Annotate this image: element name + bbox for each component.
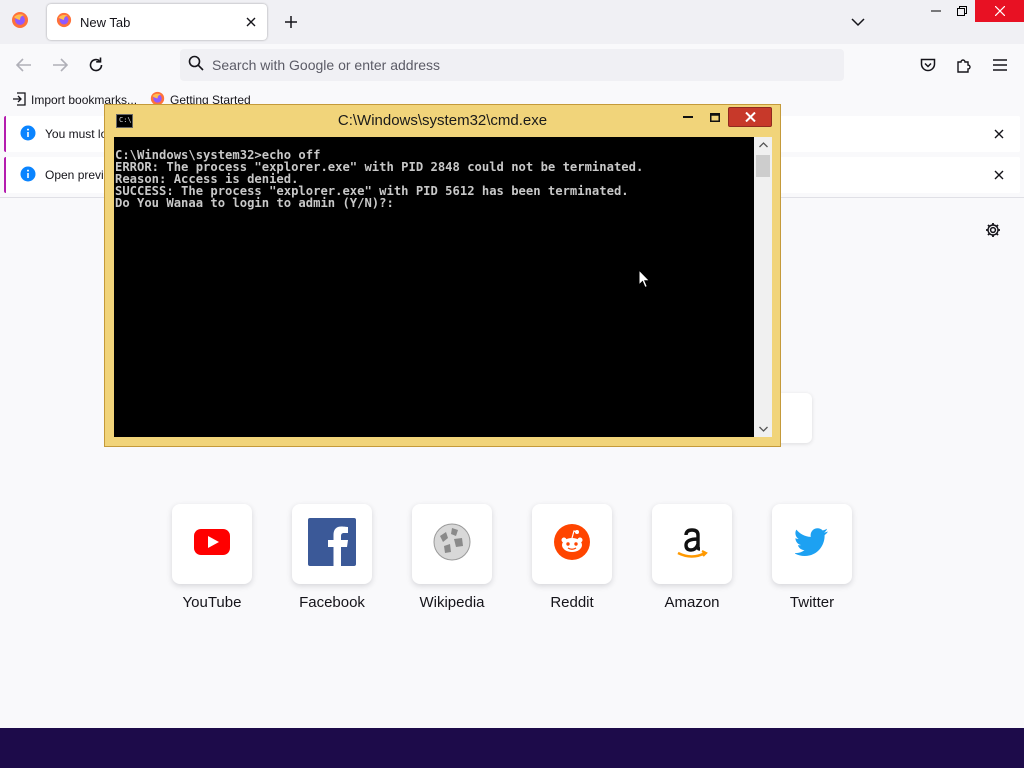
cmd-maximize-button[interactable] [702,107,728,127]
top-site-tile[interactable] [772,504,852,584]
tab-bar: New Tab [0,0,1024,44]
top-site-reddit[interactable]: Reddit [522,504,622,616]
reload-icon[interactable] [81,50,111,80]
search-icon [188,55,204,76]
scroll-down-arrow-icon[interactable] [754,421,772,437]
notification-text: Open previo [45,168,111,182]
top-site-tile[interactable] [412,504,492,584]
cmd-close-button[interactable] [728,107,772,127]
info-icon [20,166,36,185]
firefox-view-button[interactable] [0,0,40,44]
top-site-twitter[interactable]: Twitter [762,504,862,616]
cmd-console-output[interactable]: C:\Windows\system32>echo off ERROR: The … [114,137,754,437]
amazon-logo-icon [672,522,712,567]
list-all-tabs-chevron-icon[interactable] [844,8,872,36]
close-tab-icon[interactable] [239,10,263,34]
hamburger-menu-icon[interactable] [985,50,1015,80]
top-site-tile[interactable] [532,504,612,584]
top-site-label: Amazon [664,594,720,611]
top-site-amazon[interactable]: Amazon [642,504,742,616]
cmd-window[interactable]: C:\ C:\Windows\system32\cmd.exe C:\Windo… [104,104,781,447]
close-notification-icon[interactable] [990,166,1008,184]
gear-icon[interactable] [982,219,1004,241]
scroll-up-arrow-icon[interactable] [754,137,772,153]
youtube-logo-icon [194,528,230,560]
taskbar [0,728,1024,768]
twitter-bird-icon [794,527,829,561]
top-site-tile[interactable] [652,504,732,584]
pocket-icon[interactable] [913,50,943,80]
cmd-title-bar[interactable]: C:\ C:\Windows\system32\cmd.exe [105,105,780,137]
top-site-facebook[interactable]: Facebook [282,504,382,616]
address-input[interactable] [212,57,812,73]
extensions-puzzle-icon[interactable] [949,50,979,80]
top-site-youtube[interactable]: YouTube [162,504,262,616]
window-close-button[interactable] [975,0,1024,22]
firefox-logo-icon [11,11,29,34]
top-site-label: YouTube [182,594,242,611]
facebook-logo-icon [308,517,356,571]
console-line: Do You Wanaa to login to admin (Y/N)?: [115,196,394,210]
top-site-label: Wikipedia [419,594,485,611]
close-notification-icon[interactable] [990,125,1008,143]
notification-text: You must lo [45,127,108,141]
cmd-minimize-button[interactable] [675,107,701,127]
tab-new-tab[interactable]: New Tab [47,4,267,40]
top-site-tile[interactable] [172,504,252,584]
top-site-label: Facebook [299,594,365,611]
mouse-pointer-icon [638,268,651,294]
tab-title: New Tab [80,14,131,30]
window-restore-button[interactable] [948,0,976,22]
new-tab-plus-icon[interactable] [277,8,305,36]
top-site-wikipedia[interactable]: Wikipedia [402,504,502,616]
firefox-favicon-icon [56,12,72,33]
cmd-scrollbar[interactable] [754,137,772,437]
wikipedia-globe-icon [432,522,472,567]
reddit-logo-icon [553,523,591,566]
info-icon [20,125,36,144]
address-bar[interactable] [180,49,844,81]
top-site-tile[interactable] [292,504,372,584]
import-icon [12,91,26,109]
window-minimize-button[interactable] [922,0,950,22]
top-site-label: Twitter [789,594,835,611]
back-arrow-icon[interactable] [9,50,39,80]
scrollbar-thumb[interactable] [756,155,770,177]
forward-arrow-icon[interactable] [45,50,75,80]
top-site-label: Reddit [550,594,594,611]
navigation-toolbar [0,44,1024,86]
